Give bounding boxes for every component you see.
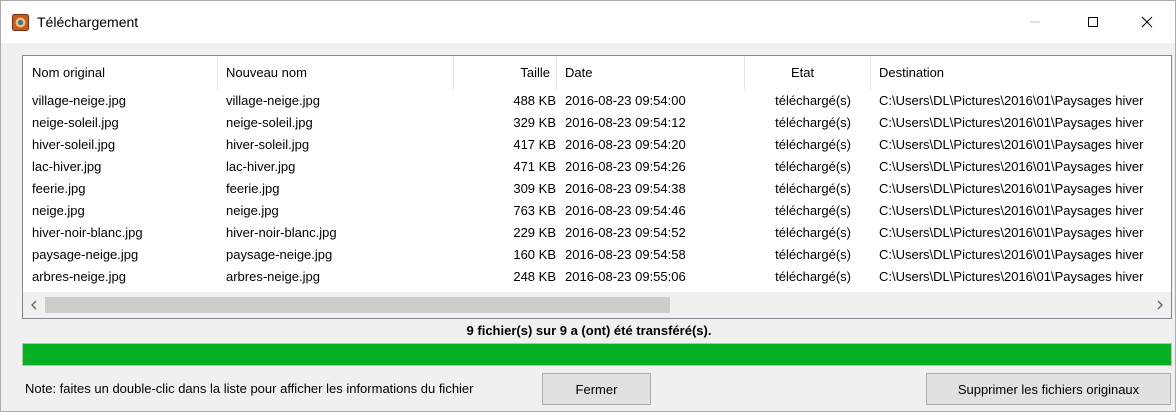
- list-rows: village-neige.jpg village-neige.jpg 488 KB…: [23, 90, 1171, 288]
- progress-fill: [23, 344, 1171, 365]
- original-name-cell: hiver-noir-blanc.jpg: [32, 225, 143, 240]
- table-row[interactable]: neige-soleil.jpg neige-soleil.jpg 329 KB 20…: [23, 112, 1171, 134]
- minimize-button[interactable]: [1011, 1, 1059, 43]
- table-row[interactable]: lac-hiver.jpg lac-hiver.jpg 471 KB 2016-08-…: [23, 156, 1171, 178]
- close-window-button[interactable]: [1123, 1, 1171, 43]
- date-cell: 2016-08-23 09:54:38: [565, 181, 686, 196]
- state-cell: téléchargé(s): [775, 203, 851, 218]
- scrollbar-thumb[interactable]: [45, 297, 670, 313]
- size-cell: 763 KB: [513, 203, 556, 218]
- download-window: Téléchargement Nom original Nouveau nom …: [0, 0, 1176, 412]
- original-name-cell: lac-hiver.jpg: [32, 159, 102, 174]
- destination-cell: C:\Users\DL\Pictures\2016\01\Paysages hi…: [879, 225, 1144, 240]
- table-row[interactable]: paysage-neige.jpg paysage-neige.jpg 160 KB…: [23, 244, 1171, 266]
- size-cell: 329 KB: [513, 115, 556, 130]
- table-row[interactable]: village-neige.jpg village-neige.jpg 488 KB…: [23, 90, 1171, 112]
- date-cell: 2016-08-23 09:54:00: [565, 93, 686, 108]
- new-name-cell: paysage-neige.jpg: [226, 247, 333, 262]
- state-cell: téléchargé(s): [775, 225, 851, 240]
- date-cell: 2016-08-23 09:54:20: [565, 137, 686, 152]
- destination-cell: C:\Users\DL\Pictures\2016\01\Paysages hi…: [879, 93, 1144, 108]
- date-cell: 2016-08-23 09:54:58: [565, 247, 686, 262]
- original-name-cell: village-neige.jpg: [32, 93, 126, 108]
- help-note: Note: faites un double-clic dans la list…: [25, 381, 474, 396]
- list-header: Nom original Nouveau nom Taille Date Eta…: [23, 56, 1171, 90]
- new-name-cell: village-neige.jpg: [226, 93, 320, 108]
- new-name-cell: hiver-noir-blanc.jpg: [226, 225, 337, 240]
- date-cell: 2016-08-23 09:54:26: [565, 159, 686, 174]
- table-row[interactable]: hiver-noir-blanc.jpg hiver-noir-blanc.jpg…: [23, 222, 1171, 244]
- size-cell: 417 KB: [513, 137, 556, 152]
- state-cell: téléchargé(s): [775, 93, 851, 108]
- original-name-cell: neige.jpg: [32, 203, 85, 218]
- chevron-left-icon: [31, 300, 37, 310]
- close-icon: [1141, 16, 1153, 28]
- table-row[interactable]: hiver-soleil.jpg hiver-soleil.jpg 417 KB 20…: [23, 134, 1171, 156]
- date-cell: 2016-08-23 09:55:06: [565, 269, 686, 284]
- state-cell: téléchargé(s): [775, 269, 851, 284]
- column-header-date[interactable]: Date: [557, 56, 745, 90]
- table-row[interactable]: arbres-neige.jpg arbres-neige.jpg 248 KB 20…: [23, 266, 1171, 288]
- destination-cell: C:\Users\DL\Pictures\2016\01\Paysages hi…: [879, 269, 1144, 284]
- size-cell: 309 KB: [513, 181, 556, 196]
- window-title: Téléchargement: [37, 14, 139, 30]
- new-name-cell: hiver-soleil.jpg: [226, 137, 310, 152]
- new-name-cell: neige.jpg: [226, 203, 279, 218]
- scroll-left-button[interactable]: [23, 292, 45, 318]
- original-name-cell: hiver-soleil.jpg: [32, 137, 116, 152]
- original-name-cell: neige-soleil.jpg: [32, 115, 119, 130]
- new-name-cell: lac-hiver.jpg: [226, 159, 296, 174]
- state-cell: téléchargé(s): [775, 247, 851, 262]
- column-header-new-name[interactable]: Nouveau nom: [218, 56, 454, 90]
- date-cell: 2016-08-23 09:54:52: [565, 225, 686, 240]
- date-cell: 2016-08-23 09:54:46: [565, 203, 686, 218]
- maximize-button[interactable]: [1069, 1, 1117, 43]
- new-name-cell: neige-soleil.jpg: [226, 115, 313, 130]
- size-cell: 248 KB: [513, 269, 556, 284]
- size-cell: 229 KB: [513, 225, 556, 240]
- size-cell: 160 KB: [513, 247, 556, 262]
- original-name-cell: feerie.jpg: [32, 181, 86, 196]
- destination-cell: C:\Users\DL\Pictures\2016\01\Paysages hi…: [879, 115, 1144, 130]
- new-name-cell: feerie.jpg: [226, 181, 280, 196]
- chevron-right-icon: [1157, 300, 1163, 310]
- maximize-icon: [1088, 17, 1098, 27]
- state-cell: téléchargé(s): [775, 115, 851, 130]
- column-header-size[interactable]: Taille: [454, 56, 557, 90]
- state-cell: téléchargé(s): [775, 137, 851, 152]
- original-name-cell: paysage-neige.jpg: [32, 247, 139, 262]
- transfer-status: 9 fichier(s) sur 9 a (ont) été transféré…: [466, 323, 712, 338]
- state-cell: téléchargé(s): [775, 159, 851, 174]
- new-name-cell: arbres-neige.jpg: [226, 269, 320, 284]
- destination-cell: C:\Users\DL\Pictures\2016\01\Paysages hi…: [879, 181, 1144, 196]
- destination-cell: C:\Users\DL\Pictures\2016\01\Paysages hi…: [879, 159, 1144, 174]
- column-header-state[interactable]: Etat: [745, 56, 871, 90]
- file-list[interactable]: Nom original Nouveau nom Taille Date Eta…: [22, 55, 1172, 319]
- close-button[interactable]: Fermer: [542, 373, 651, 405]
- scroll-right-button[interactable]: [1149, 292, 1171, 318]
- column-header-original-name[interactable]: Nom original: [23, 56, 218, 90]
- destination-cell: C:\Users\DL\Pictures\2016\01\Paysages hi…: [879, 203, 1144, 218]
- original-name-cell: arbres-neige.jpg: [32, 269, 126, 284]
- horizontal-scrollbar[interactable]: [23, 292, 1171, 318]
- table-row[interactable]: feerie.jpg feerie.jpg 309 KB 2016-08-23 09:…: [23, 178, 1171, 200]
- size-cell: 471 KB: [513, 159, 556, 174]
- delete-originals-button[interactable]: Supprimer les fichiers originaux: [926, 373, 1171, 405]
- size-cell: 488 KB: [513, 93, 556, 108]
- destination-cell: C:\Users\DL\Pictures\2016\01\Paysages hi…: [879, 137, 1144, 152]
- destination-cell: C:\Users\DL\Pictures\2016\01\Paysages hi…: [879, 247, 1144, 262]
- progress-bar: [22, 343, 1172, 366]
- column-header-destination[interactable]: Destination: [871, 56, 1171, 90]
- state-cell: téléchargé(s): [775, 181, 851, 196]
- minimize-icon: [1030, 21, 1040, 23]
- app-icon: [12, 14, 29, 31]
- title-bar[interactable]: Téléchargement: [1, 1, 1175, 43]
- date-cell: 2016-08-23 09:54:12: [565, 115, 686, 130]
- table-row[interactable]: neige.jpg neige.jpg 763 KB 2016-08-23 09:54…: [23, 200, 1171, 222]
